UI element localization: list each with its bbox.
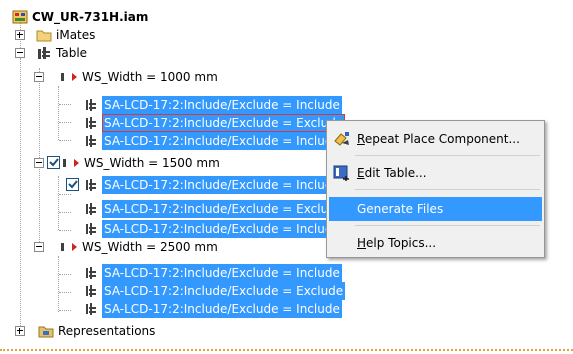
- collapse-toggle[interactable]: [34, 72, 44, 82]
- tree-item-label: SA-LCD-17:2:Include/Exclude = Exclude: [102, 200, 346, 218]
- parameter-arrow-icon: [61, 243, 77, 251]
- checkmark-icon: [68, 180, 78, 189]
- menu-item-help-topics[interactable]: Help Topics...: [329, 231, 542, 255]
- assembly-icon: [12, 10, 28, 24]
- menu-item-mnemonic: R: [357, 132, 365, 146]
- member-icon: [86, 223, 96, 235]
- member-icon: [86, 285, 96, 297]
- tree-item-member[interactable]: SA-LCD-17:2:Include/Exclude = Exclude: [0, 282, 573, 300]
- menu-item-label-rest: elp Topics...: [366, 236, 437, 250]
- tree-item-representations[interactable]: Representations: [0, 322, 573, 340]
- tree-item-label: iMates: [56, 28, 96, 42]
- menu-separator: [355, 155, 540, 156]
- expand-toggle[interactable]: [15, 326, 25, 336]
- tree-item-member[interactable]: SA-LCD-17:2:Include/Exclude = Include: [0, 300, 573, 318]
- active-row-checkbox[interactable]: [66, 178, 79, 191]
- menu-separator: [355, 189, 540, 190]
- member-icon: [86, 179, 96, 191]
- menu-item-repeat-place-component[interactable]: Repeat Place Component...: [329, 127, 542, 151]
- edit-table-icon: [333, 165, 349, 181]
- tree-item-label: Table: [56, 46, 88, 60]
- representations-icon: [38, 326, 54, 338]
- tree-item-label: SA-LCD-17:2:Include/Exclude = Include: [102, 264, 342, 282]
- tree-item-table[interactable]: Table: [0, 44, 573, 62]
- tree-item-member[interactable]: SA-LCD-17:2:Include/Exclude = Include: [0, 96, 573, 114]
- table-icon: [38, 47, 50, 59]
- tree-item-label: SA-LCD-17:2:Include/Exclude = Include: [102, 176, 342, 194]
- collapse-toggle[interactable]: [34, 158, 44, 168]
- parameter-arrow-icon: [61, 73, 77, 81]
- active-row-checkbox[interactable]: [47, 156, 60, 169]
- member-icon: [86, 267, 96, 279]
- menu-item-label-rest: epeat Place Component...: [364, 132, 520, 146]
- tree-item-label: WS_Width = 1500 mm: [84, 156, 220, 170]
- menu-item-label: Repeat Place Component...: [357, 127, 520, 151]
- tree-item-label: SA-LCD-17:2:Include/Exclude = Include: [102, 96, 342, 114]
- tree-item-label: SA-LCD-17:2:Include/Exclude = Include: [102, 220, 342, 238]
- folder-icon: [36, 30, 52, 42]
- menu-item-mnemonic: E: [357, 166, 365, 180]
- tree-item-label: WS_Width = 2500 mm: [82, 240, 218, 254]
- collapse-toggle[interactable]: [15, 48, 25, 58]
- expand-toggle[interactable]: [15, 30, 25, 40]
- context-menu[interactable]: Repeat Place Component... Edit Table... …: [326, 120, 545, 258]
- tree-item-label: SA-LCD-17:2:Include/Exclude = Include: [102, 132, 342, 150]
- member-icon: [86, 135, 96, 147]
- member-icon: [86, 203, 96, 215]
- menu-item-label: Edit Table...: [357, 161, 427, 185]
- tree-item-member[interactable]: SA-LCD-17:2:Include/Exclude = Include: [0, 264, 573, 282]
- member-icon: [86, 117, 96, 129]
- browser-bottom-border: [0, 349, 573, 351]
- tree-root-row[interactable]: CW_UR-731H.iam: [0, 8, 573, 26]
- tree-root-label: CW_UR-731H.iam: [32, 10, 149, 24]
- tree-item-label: SA-LCD-17:2:Include/Exclude = Exclude: [102, 282, 346, 300]
- menu-item-label-rest: dit Table...: [364, 166, 427, 180]
- menu-item-generate-files[interactable]: Generate Files: [329, 197, 542, 221]
- checkmark-icon: [49, 158, 59, 167]
- tree-item-label: WS_Width = 1000 mm: [82, 70, 218, 84]
- tree-item-label: SA-LCD-17:2:Include/Exclude = Exclude: [102, 114, 346, 132]
- parameter-arrow-icon: [63, 159, 79, 167]
- tree-item-label: Representations: [58, 324, 156, 338]
- menu-item-mnemonic: H: [357, 236, 367, 250]
- tree-item-label: SA-LCD-17:2:Include/Exclude = Include: [102, 300, 342, 318]
- collapse-toggle[interactable]: [34, 242, 44, 252]
- menu-item-label: Generate Files: [357, 202, 444, 216]
- place-component-icon: [334, 132, 349, 146]
- member-icon: [86, 99, 96, 111]
- tree-item-group-1000[interactable]: WS_Width = 1000 mm: [0, 68, 573, 86]
- menu-item-edit-table[interactable]: Edit Table...: [329, 161, 542, 185]
- tree-item-imates[interactable]: iMates: [0, 26, 573, 44]
- menu-separator: [355, 225, 540, 226]
- menu-item-label: Help Topics...: [357, 231, 436, 255]
- member-icon: [86, 303, 96, 315]
- tree-connector: [59, 194, 71, 195]
